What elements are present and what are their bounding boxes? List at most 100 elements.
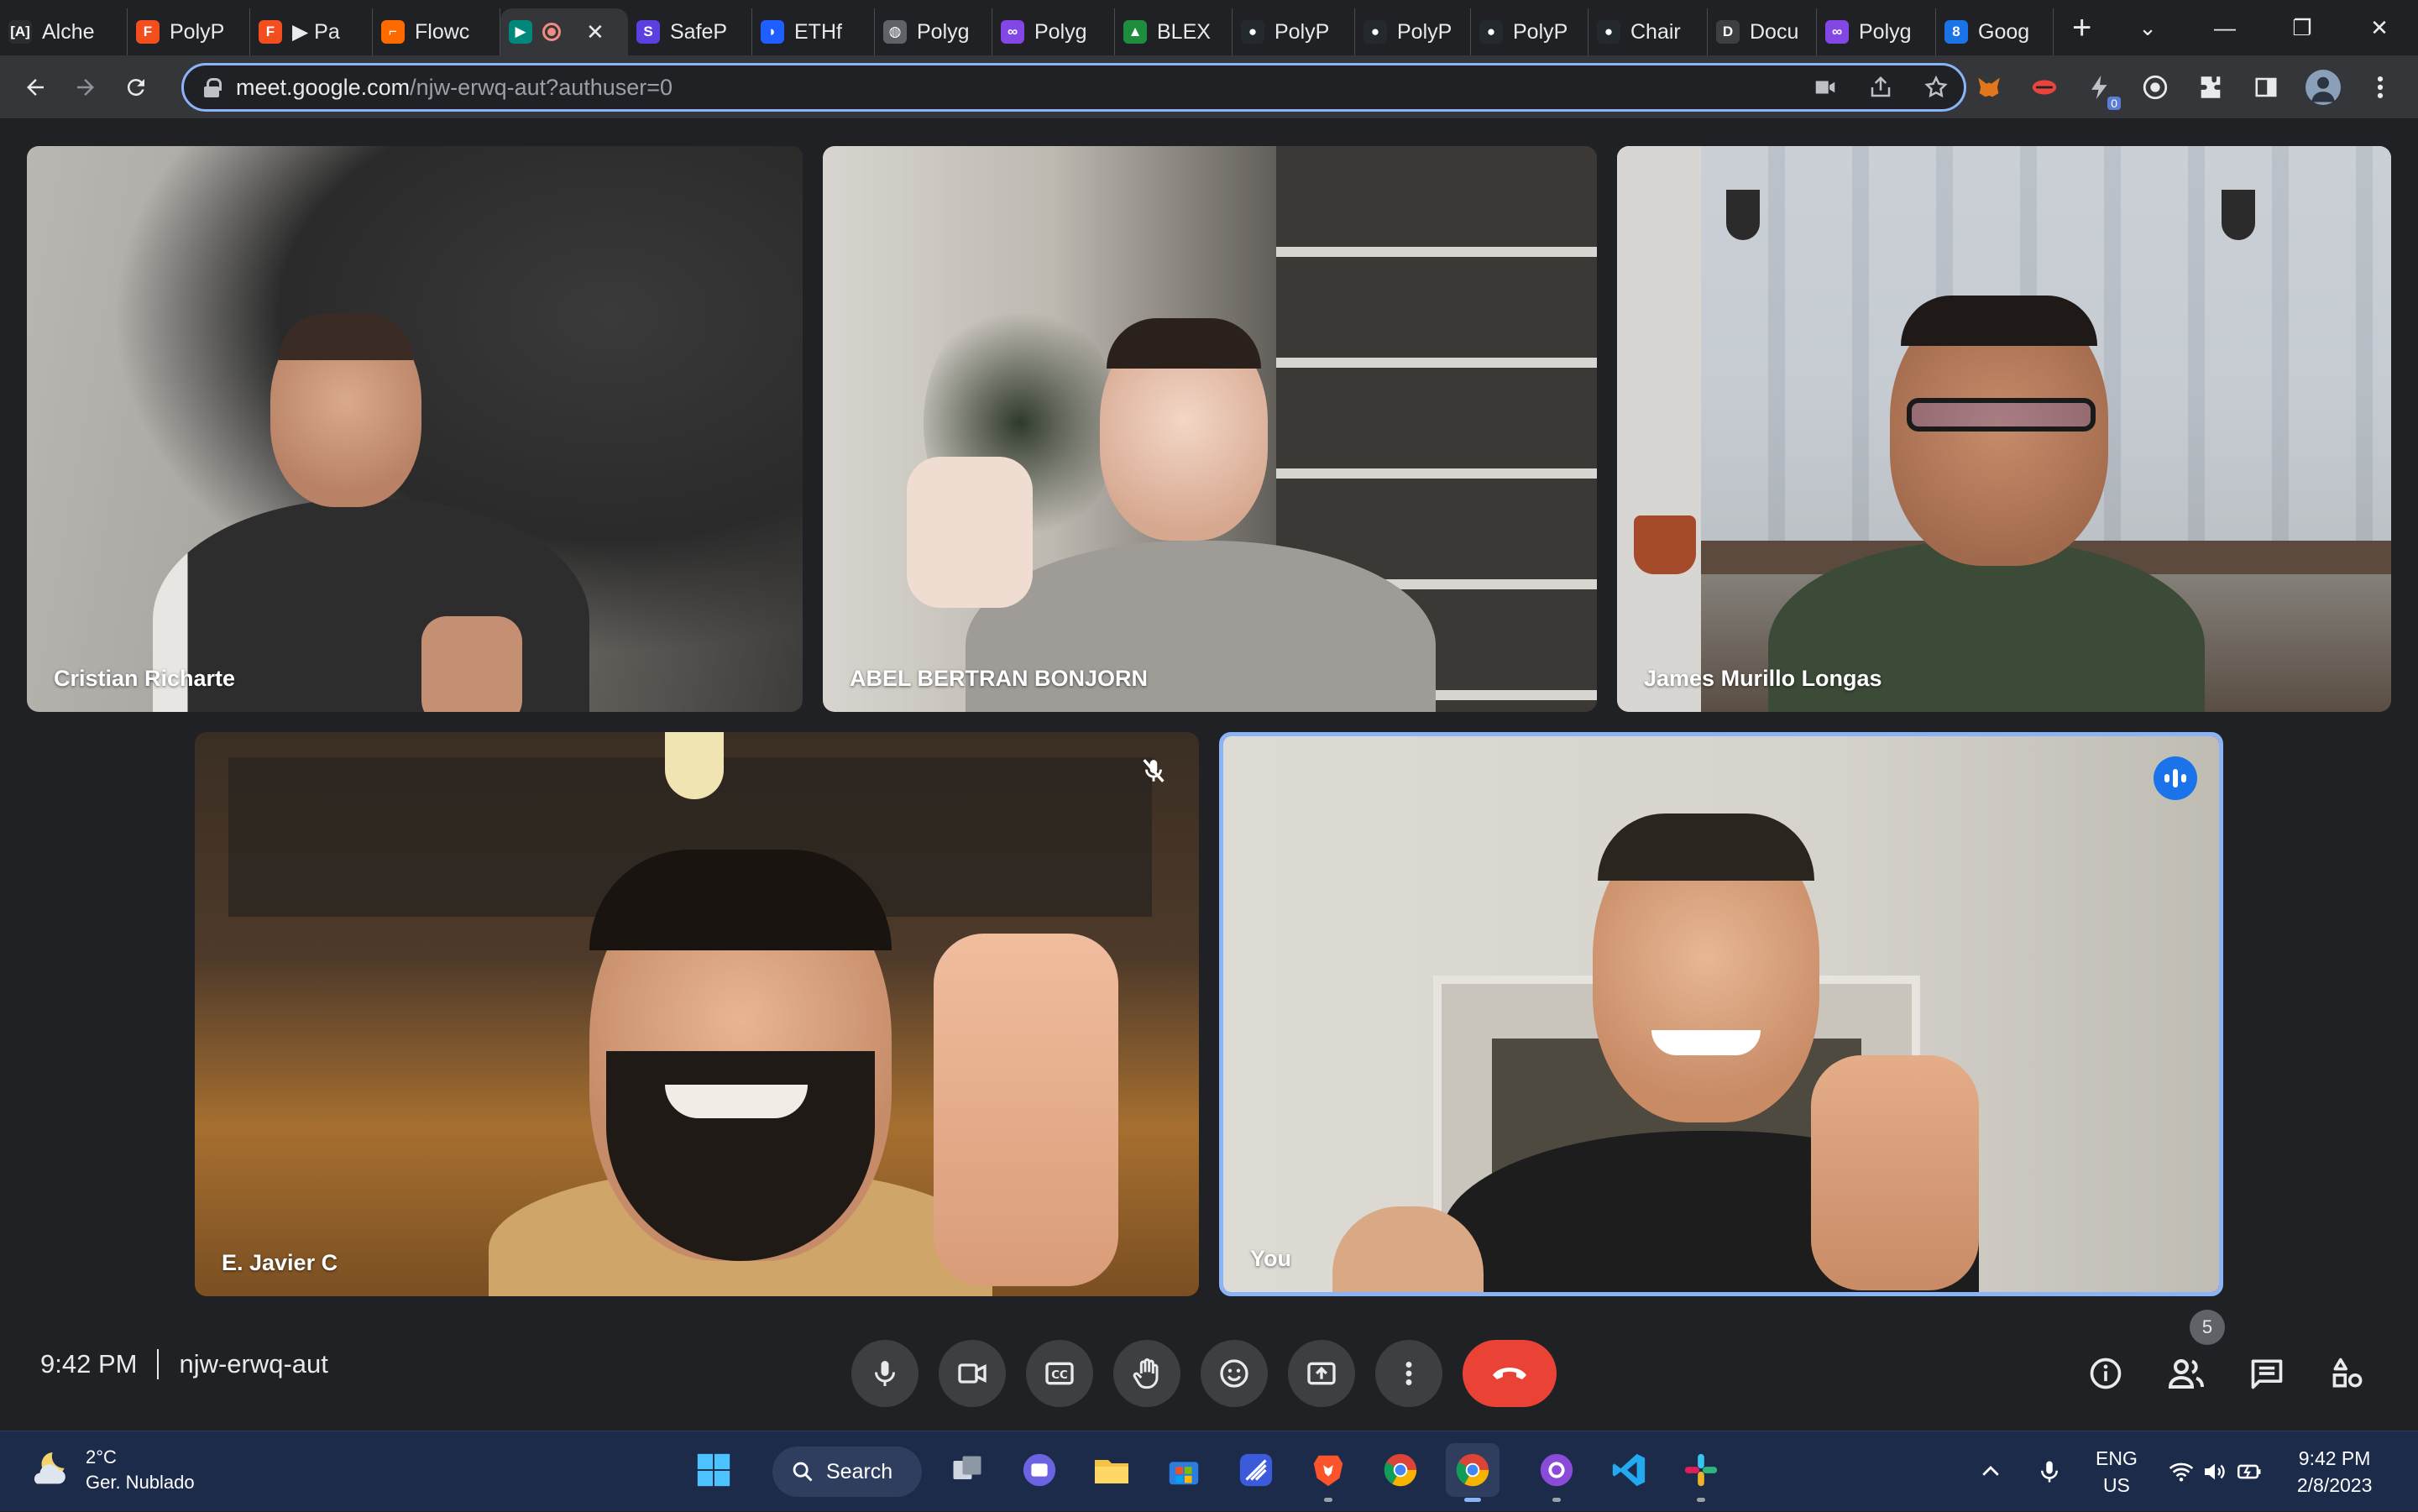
tab[interactable]: [A] Alche — [0, 8, 128, 55]
bookmark-star-icon[interactable] — [1923, 75, 1949, 100]
battery-icon[interactable] — [2235, 1457, 2264, 1486]
tab-label: SafeP — [670, 19, 728, 44]
extensions-puzzle-icon[interactable] — [2195, 71, 2227, 103]
microsoft-store-icon[interactable] — [1157, 1443, 1211, 1497]
activities-button[interactable] — [2322, 1348, 2373, 1399]
tab-label: PolyP — [1274, 19, 1330, 44]
linear-app-icon[interactable] — [1229, 1443, 1283, 1497]
extensions-area: 0 — [1973, 62, 2396, 112]
tab[interactable]: ⌐ Flowc — [373, 8, 500, 55]
tab[interactable]: ● PolyP — [1471, 8, 1588, 55]
participant-tile[interactable]: James Murillo Longas — [1617, 146, 2391, 712]
tab-label: Flowc — [415, 19, 470, 44]
captions-button[interactable]: CC — [1026, 1340, 1093, 1407]
brave-browser-icon[interactable] — [1301, 1443, 1355, 1502]
self-view-tile[interactable]: You — [1219, 732, 2223, 1296]
address-bar[interactable]: meet.google.com/njw-erwq-aut?authuser=0 — [181, 63, 1966, 112]
slack-icon[interactable] — [1674, 1443, 1728, 1502]
participant-count-badge: 5 — [2190, 1310, 2225, 1345]
tab-label: Polyg — [917, 19, 970, 44]
forward-icon[interactable] — [60, 62, 111, 112]
meeting-details: 9:42 PM njw-erwq-aut — [40, 1343, 328, 1385]
participant-tile[interactable]: Cristian Richarte — [27, 146, 803, 712]
volume-icon[interactable] — [2201, 1458, 2228, 1485]
tab[interactable]: ∞ Polyg — [992, 8, 1115, 55]
lock-icon[interactable] — [204, 78, 222, 97]
tab[interactable]: ◍ Polyg — [875, 8, 992, 55]
participant-tile[interactable]: E. Javier C — [195, 732, 1199, 1296]
metamask-icon[interactable] — [1973, 71, 2005, 103]
teams-chat-icon[interactable] — [1013, 1443, 1066, 1497]
video-camera-icon — [958, 1363, 987, 1384]
tab[interactable]: 8 Goog — [1936, 8, 2054, 55]
participant-name: E. Javier C — [222, 1250, 338, 1275]
tab-active[interactable]: ▶ ✕ — [500, 8, 628, 55]
tab-label: Polyg — [1859, 19, 1912, 44]
github-icon: ● — [1479, 20, 1503, 44]
meet-control-bar: 9:42 PM njw-erwq-aut CC — [0, 1310, 2418, 1431]
back-icon[interactable] — [10, 62, 60, 112]
reload-icon[interactable] — [111, 62, 161, 112]
cloudy-night-icon — [34, 1452, 65, 1484]
figma-icon: F — [259, 20, 282, 44]
weather-temp: 2°C — [86, 1447, 117, 1468]
extension-wallet-icon[interactable] — [2028, 71, 2060, 103]
mic-button[interactable] — [851, 1340, 919, 1407]
tab[interactable]: F PolyP — [128, 8, 250, 55]
recording-indicator-icon — [542, 23, 561, 41]
tab[interactable]: ◗ ETHf — [752, 8, 875, 55]
present-screen-button[interactable] — [1288, 1340, 1355, 1407]
tab[interactable]: S SafeP — [628, 8, 752, 55]
more-options-button[interactable] — [1375, 1340, 1442, 1407]
meeting-details-button[interactable] — [2080, 1348, 2131, 1399]
search-icon — [793, 1462, 813, 1482]
vscode-icon[interactable] — [1602, 1443, 1656, 1497]
tab[interactable]: ● PolyP — [1355, 8, 1471, 55]
browser-menu-icon[interactable] — [2364, 71, 2396, 103]
wifi-icon[interactable] — [2168, 1458, 2195, 1485]
taskbar-search[interactable]: Search — [772, 1447, 922, 1497]
minimize-icon[interactable]: — — [2186, 15, 2264, 41]
taskbar-clock[interactable]: 9:42 PM 2/8/2023 — [2297, 1445, 2373, 1499]
camera-in-use-icon[interactable] — [1813, 75, 1838, 100]
weather-widget[interactable]: 2°C Ger. Nublado — [25, 1445, 195, 1495]
language-indicator[interactable]: ENG US — [2096, 1445, 2138, 1499]
new-tab-icon[interactable]: + — [2072, 11, 2091, 44]
close-window-icon[interactable]: ✕ — [2341, 15, 2418, 41]
tab[interactable]: ● PolyP — [1233, 8, 1355, 55]
svg-text:CC: CC — [1051, 1369, 1068, 1382]
raise-hand-button[interactable] — [1113, 1340, 1180, 1407]
tab-close-icon[interactable]: ✕ — [586, 19, 604, 45]
file-explorer-icon[interactable] — [1085, 1443, 1138, 1497]
show-hidden-icons-icon[interactable] — [1978, 1459, 2003, 1484]
tab[interactable]: F ▶ Pa — [250, 8, 373, 55]
tab[interactable]: ∞ Polyg — [1817, 8, 1936, 55]
microphone-tray-icon[interactable] — [2037, 1459, 2062, 1484]
meeting-code: njw-erwq-aut — [179, 1349, 328, 1379]
chrome-active-icon[interactable] — [1446, 1443, 1499, 1502]
tab-search-icon[interactable]: ⌄ — [2109, 15, 2186, 41]
side-panel-icon[interactable] — [2250, 71, 2282, 103]
chat-button[interactable] — [2242, 1348, 2292, 1399]
task-view-icon[interactable] — [940, 1443, 994, 1497]
tab-label: BLEX — [1157, 19, 1211, 44]
extension-bolt-icon[interactable]: 0 — [2084, 71, 2121, 110]
extension-target-icon[interactable] — [2139, 71, 2171, 103]
tab[interactable]: ▲ BLEX — [1115, 8, 1233, 55]
github-desktop-icon[interactable] — [1530, 1443, 1583, 1502]
leave-call-button[interactable] — [1463, 1340, 1557, 1407]
tab[interactable]: ● Chair — [1588, 8, 1708, 55]
people-button[interactable] — [2161, 1348, 2211, 1399]
restore-icon[interactable]: ❐ — [2264, 15, 2341, 41]
chrome-icon[interactable] — [1374, 1443, 1427, 1497]
profile-avatar[interactable] — [2305, 70, 2341, 105]
search-label: Search — [826, 1459, 893, 1483]
camera-button[interactable] — [939, 1340, 1006, 1407]
participant-name: Cristian Richarte — [54, 666, 236, 691]
reactions-button[interactable] — [1201, 1340, 1268, 1407]
tab[interactable]: D Docu — [1708, 8, 1817, 55]
share-icon[interactable] — [1868, 75, 1893, 100]
participant-tile[interactable]: ABEL BERTRAN BONJORN — [823, 146, 1597, 712]
present-icon — [1307, 1362, 1336, 1385]
start-button[interactable] — [687, 1443, 741, 1497]
